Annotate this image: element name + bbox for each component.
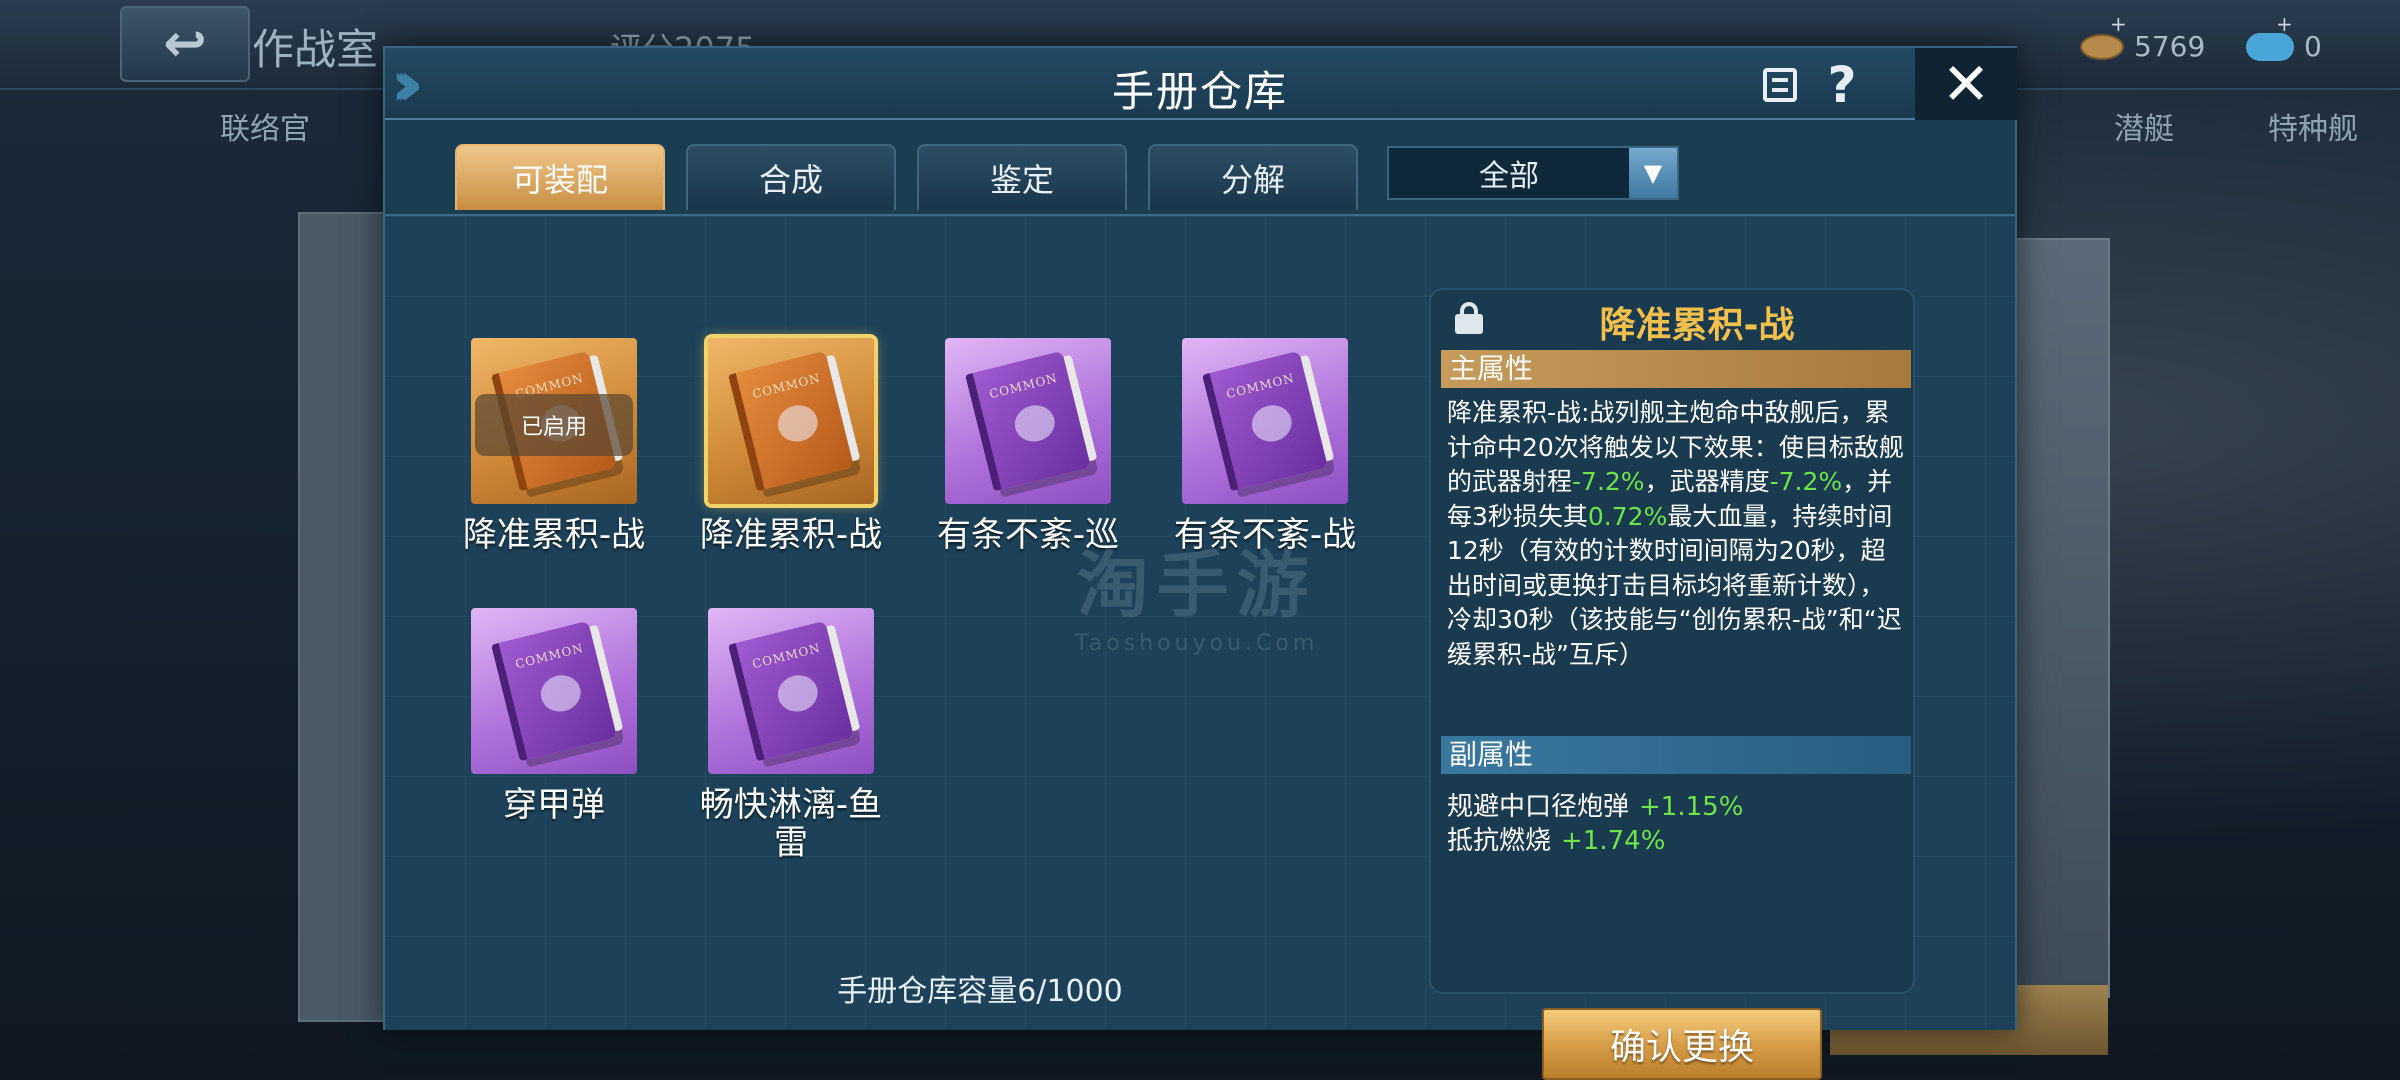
main-attribute-header: 主属性 (1441, 350, 1911, 388)
warehouse-capacity: 手册仓库容量6/1000 (837, 974, 1123, 1009)
filter-selected: 全部 (1479, 159, 1539, 194)
manual-item[interactable]: COMMON 已启用 降准累积-战 (454, 338, 654, 554)
book-icon: COMMON (1201, 350, 1329, 492)
lock-icon[interactable] (1455, 302, 1483, 334)
manual-item[interactable]: COMMON 穿甲弹 (454, 608, 654, 824)
tab-bar: 可装配 合成 鉴定 分解 全部 ▼ (385, 120, 2015, 216)
detail-panel: 降准累积-战 主属性 降准累积-战:战列舰主炮命中敌舰后，累计命中20次将触发以… (1429, 288, 1915, 994)
watermark: 淘手游 Taoshouyou.Com (1075, 543, 1319, 656)
plus-icon: + (2276, 12, 2293, 36)
main-attribute-description: 降准累积-战:战列舰主炮命中敌舰后，累计命中20次将触发以下效果：使目标敌舰的武… (1447, 396, 1907, 672)
confirm-replace-button[interactable]: 确认更换 (1542, 1008, 1822, 1080)
book-icon: COMMON (727, 620, 855, 762)
enabled-badge: 已启用 (475, 394, 633, 456)
back-arrow-icon: ↩ (163, 14, 207, 74)
close-icon: ✕ (1941, 50, 1991, 118)
cloud-count: 0 (2304, 30, 2322, 63)
background-tab-special[interactable]: 特种舰 (2268, 104, 2358, 148)
tab-equippable[interactable]: 可装配 (455, 144, 665, 210)
book-icon: COMMON (964, 350, 1092, 492)
highlight-value: -7.2% (1572, 467, 1645, 496)
manual-name: 降准累积-战 (699, 515, 883, 555)
sub-attribute-header: 副属性 (1441, 736, 1911, 774)
book-icon: COMMON (490, 620, 618, 762)
tab-decompose[interactable]: 分解 (1148, 144, 1358, 210)
manual-thumbnail: COMMON (708, 338, 874, 504)
manual-item-selected[interactable]: COMMON 降准累积-战 (691, 338, 891, 554)
background-title: 作战室 (252, 25, 379, 74)
coin-icon (2080, 33, 2124, 60)
chevron-down-icon[interactable]: ▼ (1629, 148, 1677, 198)
manual-item[interactable]: COMMON 有条不紊-巡 (928, 338, 1128, 554)
back-button[interactable]: ↩ (120, 6, 250, 82)
description-text: ，武器精度 (1644, 467, 1770, 496)
tab-synthesize[interactable]: 合成 (686, 144, 896, 210)
manual-thumbnail: COMMON (945, 338, 1111, 504)
detail-header: 降准累积-战 (1431, 290, 1913, 346)
book-icon: COMMON (727, 350, 855, 492)
manual-thumbnail: COMMON (1182, 338, 1348, 504)
cloud-resource[interactable]: + 0 (2246, 12, 2322, 63)
manual-thumbnail: COMMON (471, 608, 637, 774)
manual-thumbnail: COMMON (708, 608, 874, 774)
highlight-value: -7.2% (1769, 467, 1843, 496)
plus-icon: + (2110, 12, 2127, 36)
manual-item[interactable]: COMMON 畅快淋漓-鱼雷 (691, 608, 891, 862)
dialog-header: ››› 手册仓库 ? ✕ (385, 48, 2017, 120)
sub-attribute-row: 抵抗燃烧 +1.74% (1447, 826, 1666, 856)
filter-dropdown[interactable]: 全部 ▼ (1387, 146, 1679, 200)
help-icon[interactable]: ? (1817, 56, 1867, 114)
list-icon[interactable] (1755, 60, 1805, 110)
manual-warehouse-dialog: ››› 手册仓库 ? ✕ 可装配 合成 鉴定 分解 全部 ▼ COMMON 已启… (383, 46, 2017, 1080)
sub-attribute-row: 规避中口径炮弹 +1.15% (1447, 792, 1744, 822)
manual-name: 降准累积-战 (462, 515, 646, 555)
coin-resource[interactable]: + 5769 (2080, 12, 2206, 63)
highlight-value: 0.72% (1587, 501, 1668, 531)
background-left-panel (298, 212, 388, 1022)
content-area: COMMON 已启用 降准累积-战 COMMON 降准累积-战 COMMON 有… (385, 216, 2015, 1080)
coin-count: 5769 (2134, 30, 2206, 63)
detail-title: 降准累积-战 (1599, 305, 1795, 346)
manual-item[interactable]: COMMON 有条不紊-战 (1165, 338, 1365, 554)
tab-identify[interactable]: 鉴定 (917, 144, 1127, 210)
manual-name: 畅快淋漓-鱼雷 (699, 785, 883, 863)
background-tab-liaison[interactable]: 联络官 (220, 104, 310, 148)
manual-name: 穿甲弹 (503, 785, 605, 825)
cloud-icon (2246, 32, 2294, 61)
close-button[interactable]: ✕ (1915, 48, 2017, 120)
background-tab-submarine[interactable]: 潜艇 (2114, 104, 2174, 148)
manual-thumbnail: COMMON 已启用 (471, 338, 637, 504)
